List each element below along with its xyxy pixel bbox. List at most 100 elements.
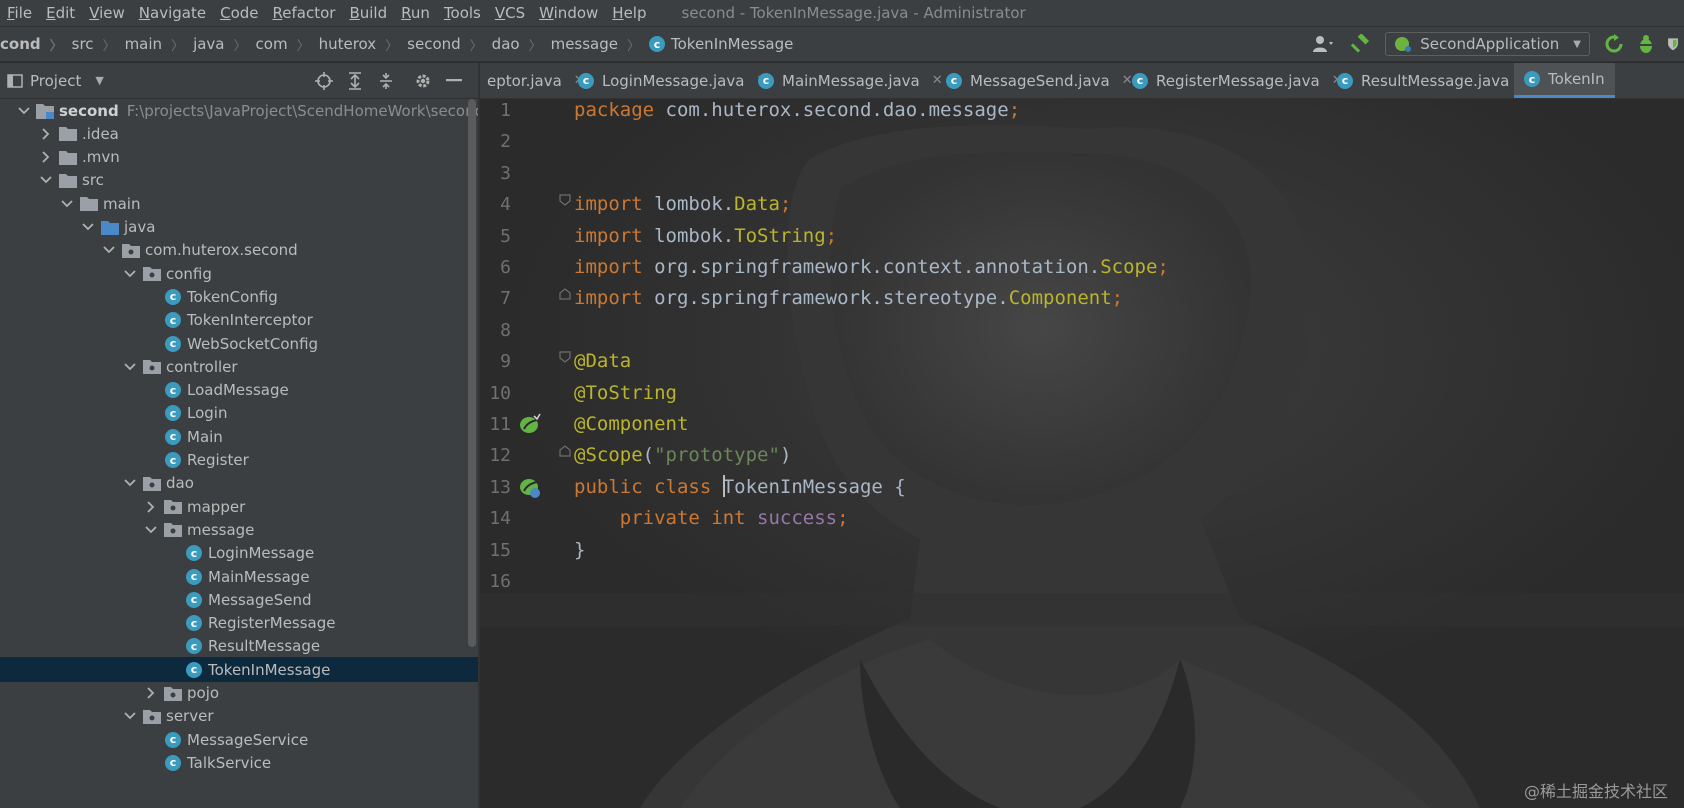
tree-item[interactable]: main	[0, 191, 478, 216]
tree-item[interactable]: java	[0, 215, 478, 240]
code-editor[interactable]: 1 package com.huterox.second.dao.message;…	[480, 99, 1684, 808]
tree-item[interactable]: src	[0, 168, 478, 193]
tree-scrollbar[interactable]	[468, 99, 476, 647]
spring-bean-icon[interactable]	[518, 412, 542, 436]
build-hammer-icon[interactable]	[1349, 32, 1373, 56]
code-line[interactable]: package com.huterox.second.dao.message;	[574, 99, 1020, 127]
hide-panel-icon[interactable]	[442, 69, 466, 93]
chevron-down-icon[interactable]	[39, 173, 53, 187]
code-line[interactable]: import org.springframework.stereotype.Co…	[574, 282, 1123, 315]
chevron-right-icon[interactable]	[144, 686, 158, 700]
tree-item[interactable]: c MessageService	[0, 727, 478, 752]
menu-item[interactable]: Help	[605, 4, 653, 22]
menu-item[interactable]: VCS	[488, 4, 532, 22]
rerun-icon[interactable]	[1602, 32, 1626, 56]
tree-item[interactable]: .idea	[0, 121, 478, 146]
code-line[interactable]: import org.springframework.context.annot…	[574, 251, 1169, 284]
editor-tab[interactable]: c MessageSend.java ✕	[935, 63, 1144, 98]
expand-all-icon[interactable]	[343, 69, 367, 93]
chevron-down-icon[interactable]	[81, 220, 95, 234]
tree-item[interactable]: .mvn	[0, 145, 478, 170]
editor-tab[interactable]: cResultMessage.java✕	[1326, 63, 1543, 98]
code-line[interactable]: }	[574, 534, 585, 567]
tree-item[interactable]: c Register	[0, 448, 478, 473]
menu-item[interactable]: Refactor	[266, 4, 343, 22]
tree-item[interactable]: c Login	[0, 401, 478, 426]
code-line[interactable]: @Component	[574, 408, 688, 441]
tree-item[interactable]: second F:\projects\JavaProject\ScendHomeW…	[0, 99, 478, 123]
menu-item[interactable]: Edit	[39, 4, 82, 22]
collapse-all-icon[interactable]	[374, 69, 398, 93]
code-line[interactable]: public class TokenInMessage {	[574, 471, 906, 504]
tree-item[interactable]: message	[0, 517, 478, 542]
editor-tab[interactable]: c MainMessage.java ✕	[747, 63, 954, 98]
tree-item[interactable]: com.huterox.second	[0, 238, 478, 263]
locate-file-icon[interactable]	[312, 69, 336, 93]
editor-tab[interactable]: cRegisterMessage.java✕	[1121, 63, 1354, 98]
tree-item[interactable]: c LoginMessage	[0, 541, 478, 566]
tree-item[interactable]: server	[0, 704, 478, 729]
code-line[interactable]: @ToString	[574, 377, 677, 410]
breadcrumb-item[interactable]: java 〉	[193, 35, 255, 54]
user-icon[interactable]	[1311, 32, 1335, 56]
code-line[interactable]: @Data	[574, 345, 631, 378]
debug-bug-icon[interactable]	[1634, 32, 1658, 56]
code-line[interactable]: @Scope("prototype")	[574, 439, 791, 472]
tree-item[interactable]: c Main	[0, 424, 478, 449]
menu-item[interactable]: Tools	[437, 4, 488, 22]
editor-tab[interactable]: c TokenIn	[1514, 63, 1615, 98]
tree-item[interactable]: c TokenInMessage	[0, 657, 478, 683]
chevron-down-icon[interactable]	[102, 243, 116, 257]
tree-item[interactable]: dao	[0, 471, 478, 496]
tree-item[interactable]: c TokenConfig	[0, 284, 478, 309]
tree-item[interactable]: mapper	[0, 494, 478, 519]
breadcrumb-item[interactable]: dao 〉	[492, 35, 551, 54]
gear-icon[interactable]	[411, 69, 435, 93]
fold-marker-icon[interactable]	[559, 286, 571, 300]
chevron-right-icon[interactable]	[39, 127, 53, 141]
chevron-right-icon[interactable]	[144, 500, 158, 514]
chevron-down-icon[interactable]	[123, 267, 137, 281]
tree-item[interactable]: c MainMessage	[0, 564, 478, 589]
menu-item[interactable]: Code	[213, 4, 265, 22]
breadcrumb-item[interactable]: main 〉	[125, 35, 194, 54]
code-line[interactable]: import lombok.ToString;	[574, 220, 837, 253]
tree-item[interactable]: controller	[0, 354, 478, 379]
code-line[interactable]: import lombok.Data;	[574, 188, 791, 221]
spring-bean-class-icon[interactable]	[518, 475, 542, 499]
menu-item[interactable]: Build	[342, 4, 394, 22]
menu-item[interactable]: Navigate	[132, 4, 213, 22]
tree-item[interactable]: c ResultMessage	[0, 634, 478, 659]
tree-item[interactable]: c RegisterMessage	[0, 611, 478, 636]
fold-marker-icon[interactable]	[559, 443, 571, 457]
breadcrumb-item[interactable]: c TokenInMessage	[649, 35, 793, 53]
breadcrumb-item[interactable]: cond 〉	[0, 35, 72, 54]
chevron-down-icon[interactable]	[123, 476, 137, 490]
tree-item[interactable]: config	[0, 261, 478, 286]
fold-marker-icon[interactable]	[559, 349, 571, 363]
menu-item[interactable]: Window	[532, 4, 605, 22]
code-line[interactable]: private int success;	[574, 502, 849, 535]
breadcrumb-item[interactable]: huterox 〉	[319, 35, 408, 54]
chevron-down-icon[interactable]	[60, 197, 74, 211]
menu-item[interactable]: Run	[394, 4, 437, 22]
tree-item[interactable]: c WebSocketConfig	[0, 331, 478, 356]
tree-item[interactable]: pojo	[0, 681, 478, 706]
breadcrumb-item[interactable]: message 〉	[551, 35, 649, 54]
menu-item[interactable]: View	[82, 4, 132, 22]
chevron-down-icon[interactable]	[144, 523, 158, 537]
run-configuration-selector[interactable]: SecondApplication ▼	[1385, 32, 1590, 56]
tree-item[interactable]: c LoadMessage	[0, 378, 478, 403]
breadcrumb-item[interactable]: com 〉	[256, 35, 319, 54]
coverage-icon[interactable]	[1666, 32, 1680, 56]
chevron-down-icon[interactable]: ▼	[95, 74, 103, 87]
breadcrumb-item[interactable]: src 〉	[72, 35, 125, 54]
menu-item[interactable]: File	[0, 4, 39, 22]
tree-item[interactable]: c MessageSend	[0, 587, 478, 612]
project-panel-title[interactable]: Project	[30, 72, 81, 90]
chevron-down-icon[interactable]	[123, 709, 137, 723]
tree-item[interactable]: c TalkService	[0, 750, 478, 775]
chevron-down-icon[interactable]	[18, 104, 30, 118]
breadcrumb-item[interactable]: second 〉	[407, 35, 492, 54]
chevron-right-icon[interactable]	[39, 150, 53, 164]
